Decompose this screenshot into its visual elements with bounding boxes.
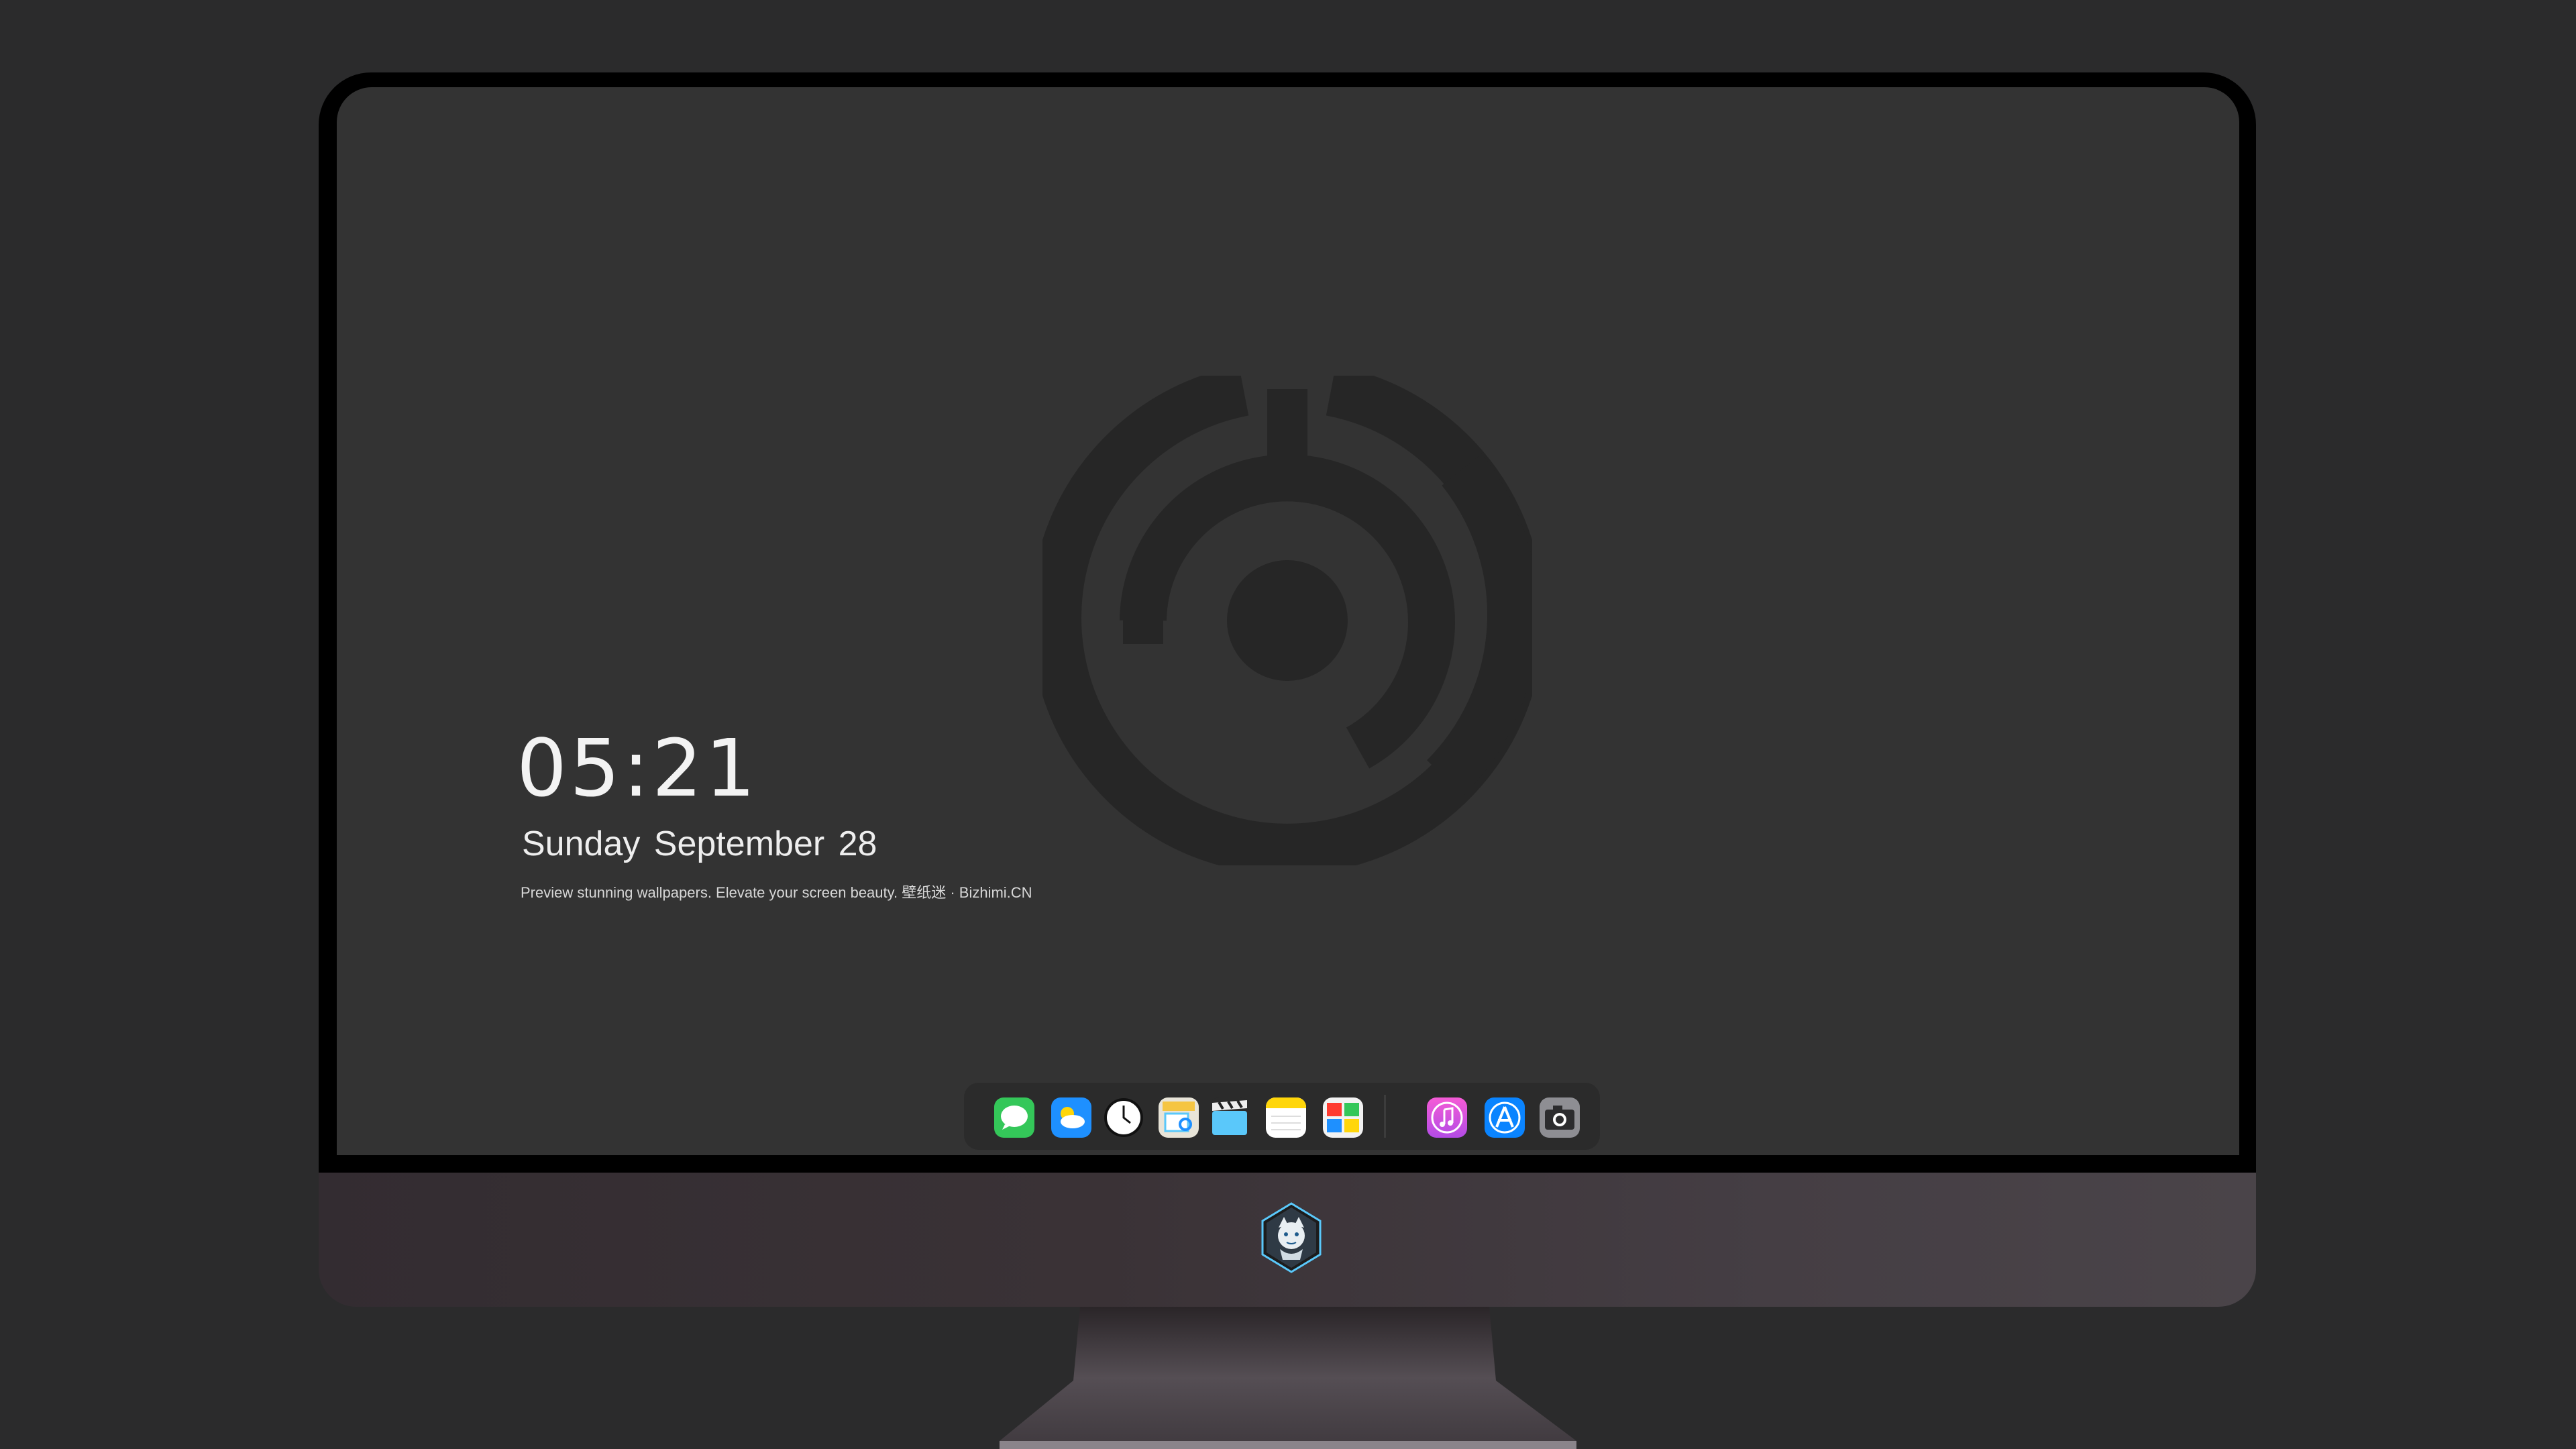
wallpaper-logo-icon (1042, 376, 1532, 865)
app-store-icon[interactable] (1485, 1097, 1525, 1138)
clock-icon[interactable] (1104, 1097, 1144, 1138)
monitor-stand (1000, 1307, 1576, 1449)
dock-divider (1384, 1095, 1386, 1138)
weather-icon[interactable] (1051, 1097, 1091, 1138)
final-cut-icon[interactable] (1210, 1097, 1250, 1138)
lock-screen-time: 05:21 (517, 722, 759, 814)
messages-icon[interactable] (994, 1097, 1034, 1138)
wallpaper-tagline: Preview stunning wallpapers. Elevate you… (521, 884, 1032, 901)
mascot-logo-icon (1261, 1202, 1322, 1273)
dock (964, 1083, 1600, 1150)
camera-icon[interactable] (1540, 1097, 1580, 1138)
monitor-chin (319, 1173, 2256, 1307)
lock-screen-date: Sunday September 28 (522, 824, 877, 863)
desktop-screen: 05:21 Sunday September 28 Preview stunni… (337, 87, 2239, 1155)
photo-booth-icon[interactable] (1323, 1097, 1363, 1138)
itunes-icon[interactable] (1427, 1097, 1467, 1138)
notes-icon[interactable] (1266, 1097, 1306, 1138)
preview-icon[interactable] (1159, 1097, 1199, 1138)
